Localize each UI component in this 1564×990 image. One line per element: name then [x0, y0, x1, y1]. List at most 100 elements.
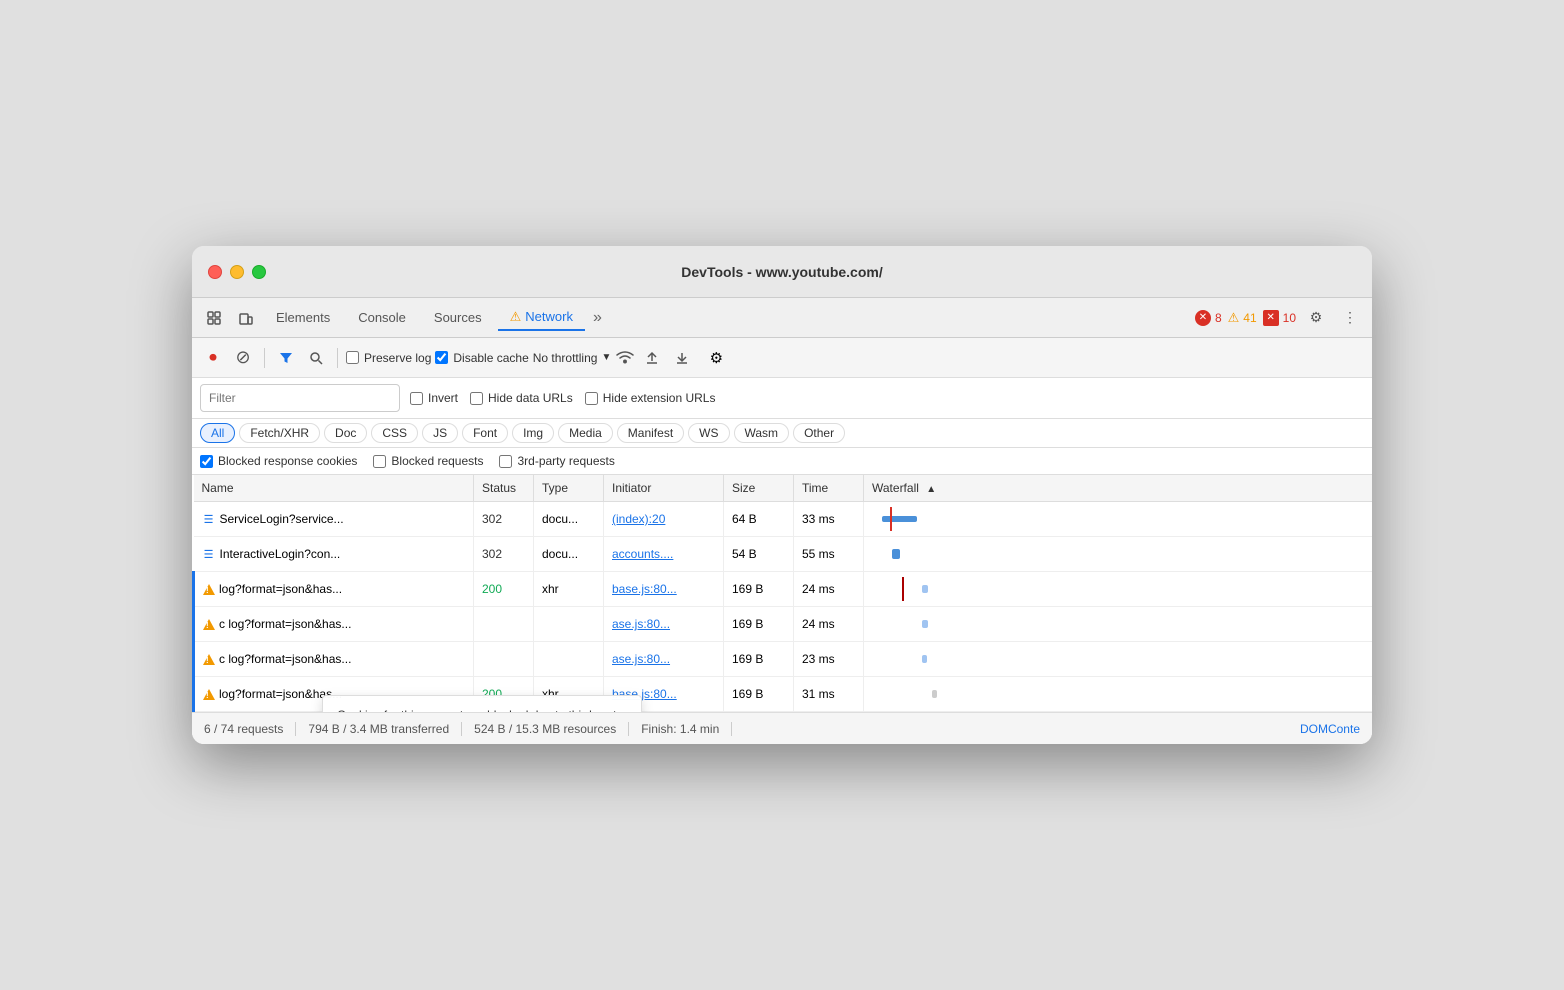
table-row[interactable]: ! log?format=json&has... 200 xhr base.js… — [194, 572, 1373, 607]
wifi-icon — [615, 348, 635, 367]
warning-icon: ! — [203, 689, 215, 700]
row-initiator: ase.js:80... — [604, 642, 724, 677]
type-btn-fetch-xhr[interactable]: Fetch/XHR — [239, 423, 320, 443]
hide-extension-urls-label[interactable]: Hide extension URLs — [585, 391, 716, 405]
type-btn-all[interactable]: All — [200, 423, 235, 443]
invert-label[interactable]: Invert — [410, 391, 458, 405]
col-header-type[interactable]: Type — [534, 475, 604, 502]
network-toolbar: ⏺ ⊘ Preserve log Disable cac — [192, 338, 1372, 378]
type-btn-doc[interactable]: Doc — [324, 423, 367, 443]
row-type: xhr — [534, 572, 604, 607]
row-type — [534, 607, 604, 642]
tab-network[interactable]: ⚠ Network — [498, 305, 585, 331]
row-type: docu... — [534, 502, 604, 537]
col-header-status[interactable]: Status — [474, 475, 534, 502]
row-waterfall — [864, 502, 1373, 537]
row-name-cell: ! log?format=json&has... — [194, 677, 474, 712]
type-btn-media[interactable]: Media — [558, 423, 613, 443]
row-initiator: accounts.... — [604, 537, 724, 572]
invert-checkbox[interactable] — [410, 392, 423, 405]
toolbar-divider-1 — [264, 348, 265, 368]
row-waterfall — [864, 537, 1373, 572]
col-header-size[interactable]: Size — [724, 475, 794, 502]
tab-bar: Elements Console Sources ⚠ Network » ✕ 8… — [192, 298, 1372, 338]
tab-console[interactable]: Console — [346, 306, 418, 329]
type-btn-img[interactable]: Img — [512, 423, 554, 443]
minimize-button[interactable] — [230, 265, 244, 279]
type-btn-js[interactable]: JS — [422, 423, 458, 443]
type-btn-wasm[interactable]: Wasm — [734, 423, 790, 443]
type-btn-css[interactable]: CSS — [371, 423, 418, 443]
type-btn-font[interactable]: Font — [462, 423, 508, 443]
col-header-name[interactable]: Name — [194, 475, 474, 502]
preserve-log-checkbox[interactable] — [346, 351, 359, 364]
settings-icon[interactable]: ⚙ — [1302, 304, 1330, 332]
filter-icon[interactable] — [273, 345, 299, 371]
type-btn-manifest[interactable]: Manifest — [617, 423, 684, 443]
col-header-initiator[interactable]: Initiator — [604, 475, 724, 502]
titlebar: DevTools - www.youtube.com/ — [192, 246, 1372, 298]
row-time: 55 ms — [794, 537, 864, 572]
search-icon[interactable] — [303, 345, 329, 371]
more-options-icon[interactable]: ⋮ — [1336, 304, 1364, 332]
more-tabs-button[interactable]: » — [589, 309, 606, 327]
table-row[interactable]: ! c log?format=json&has... ase.js:80... … — [194, 642, 1373, 677]
cursor-icon[interactable] — [200, 304, 228, 332]
clear-button[interactable]: ⊘ — [230, 345, 256, 371]
preserve-log-label[interactable]: Preserve log — [346, 351, 431, 365]
warning-badge: ⚠ 41 — [1228, 310, 1257, 326]
row-name-cell: ! c log?format=json&has... — [194, 607, 474, 642]
third-party-requests-label[interactable]: 3rd-party requests — [499, 454, 614, 468]
maximize-button[interactable] — [252, 265, 266, 279]
upload-icon[interactable] — [639, 345, 665, 371]
error-badge: ✕ 8 — [1195, 310, 1222, 326]
network-settings-icon[interactable]: ⚙ — [703, 345, 729, 371]
stop-recording-button[interactable]: ⏺ — [200, 345, 226, 371]
hide-data-urls-label[interactable]: Hide data URLs — [470, 391, 573, 405]
download-icon[interactable] — [669, 345, 695, 371]
doc-icon: ☰ — [202, 512, 216, 526]
type-filter-row: All Fetch/XHR Doc CSS JS Font Img Media … — [192, 419, 1372, 448]
row-status: 200 — [474, 572, 534, 607]
warning-triangle-icon: ⚠ — [1228, 310, 1240, 326]
table-row[interactable]: ☰ InteractiveLogin?con... 302 docu... ac… — [194, 537, 1373, 572]
table-row[interactable]: ! log?format=json&has... 200 xhr base.js… — [194, 677, 1373, 712]
row-name-cell: ! log?format=json&has... — [194, 572, 474, 607]
throttle-select[interactable]: No throttling ▼ — [533, 351, 612, 365]
network-table: Name Status Type Initiator Size Time Wat… — [192, 475, 1372, 712]
network-warning-icon: ⚠ — [510, 309, 522, 325]
doc-icon: ☰ — [202, 547, 216, 561]
row-initiator: base.js:80... — [604, 677, 724, 712]
warning-icon: ! — [203, 619, 215, 630]
row-status: 200 — [474, 677, 534, 712]
blocked-response-cookies-checkbox[interactable] — [200, 455, 213, 468]
third-party-requests-checkbox[interactable] — [499, 455, 512, 468]
tab-elements[interactable]: Elements — [264, 306, 342, 329]
table-row[interactable]: ☰ ServiceLogin?service... 302 docu... (i… — [194, 502, 1373, 537]
col-header-waterfall[interactable]: Waterfall ▲ — [864, 475, 1373, 502]
col-header-time[interactable]: Time — [794, 475, 864, 502]
tab-bar-left: Elements Console Sources ⚠ Network » — [200, 304, 606, 332]
type-btn-other[interactable]: Other — [793, 423, 845, 443]
disable-cache-checkbox[interactable] — [435, 351, 448, 364]
row-size: 169 B — [724, 677, 794, 712]
hide-extension-urls-checkbox[interactable] — [585, 392, 598, 405]
filter-input[interactable] — [200, 384, 400, 412]
row-time: 23 ms — [794, 642, 864, 677]
row-time: 33 ms — [794, 502, 864, 537]
device-toggle-icon[interactable] — [232, 304, 260, 332]
blocked-response-cookies-label[interactable]: Blocked response cookies — [200, 454, 357, 468]
tab-sources[interactable]: Sources — [422, 306, 494, 329]
hide-data-urls-checkbox[interactable] — [470, 392, 483, 405]
blocked-requests-label[interactable]: Blocked requests — [373, 454, 483, 468]
type-btn-ws[interactable]: WS — [688, 423, 729, 443]
close-button[interactable] — [208, 265, 222, 279]
disable-cache-label[interactable]: Disable cache — [435, 351, 528, 365]
blocked-requests-checkbox[interactable] — [373, 455, 386, 468]
table-row[interactable]: ! c log?format=json&has... ase.js:80... … — [194, 607, 1373, 642]
status-bar: 6 / 74 requests 794 B / 3.4 MB transferr… — [192, 712, 1372, 744]
requests-count: 6 / 74 requests — [204, 722, 296, 736]
error-x-icon: ✕ — [1195, 310, 1211, 326]
row-initiator: base.js:80... — [604, 572, 724, 607]
warning-icon: ! — [203, 654, 215, 665]
